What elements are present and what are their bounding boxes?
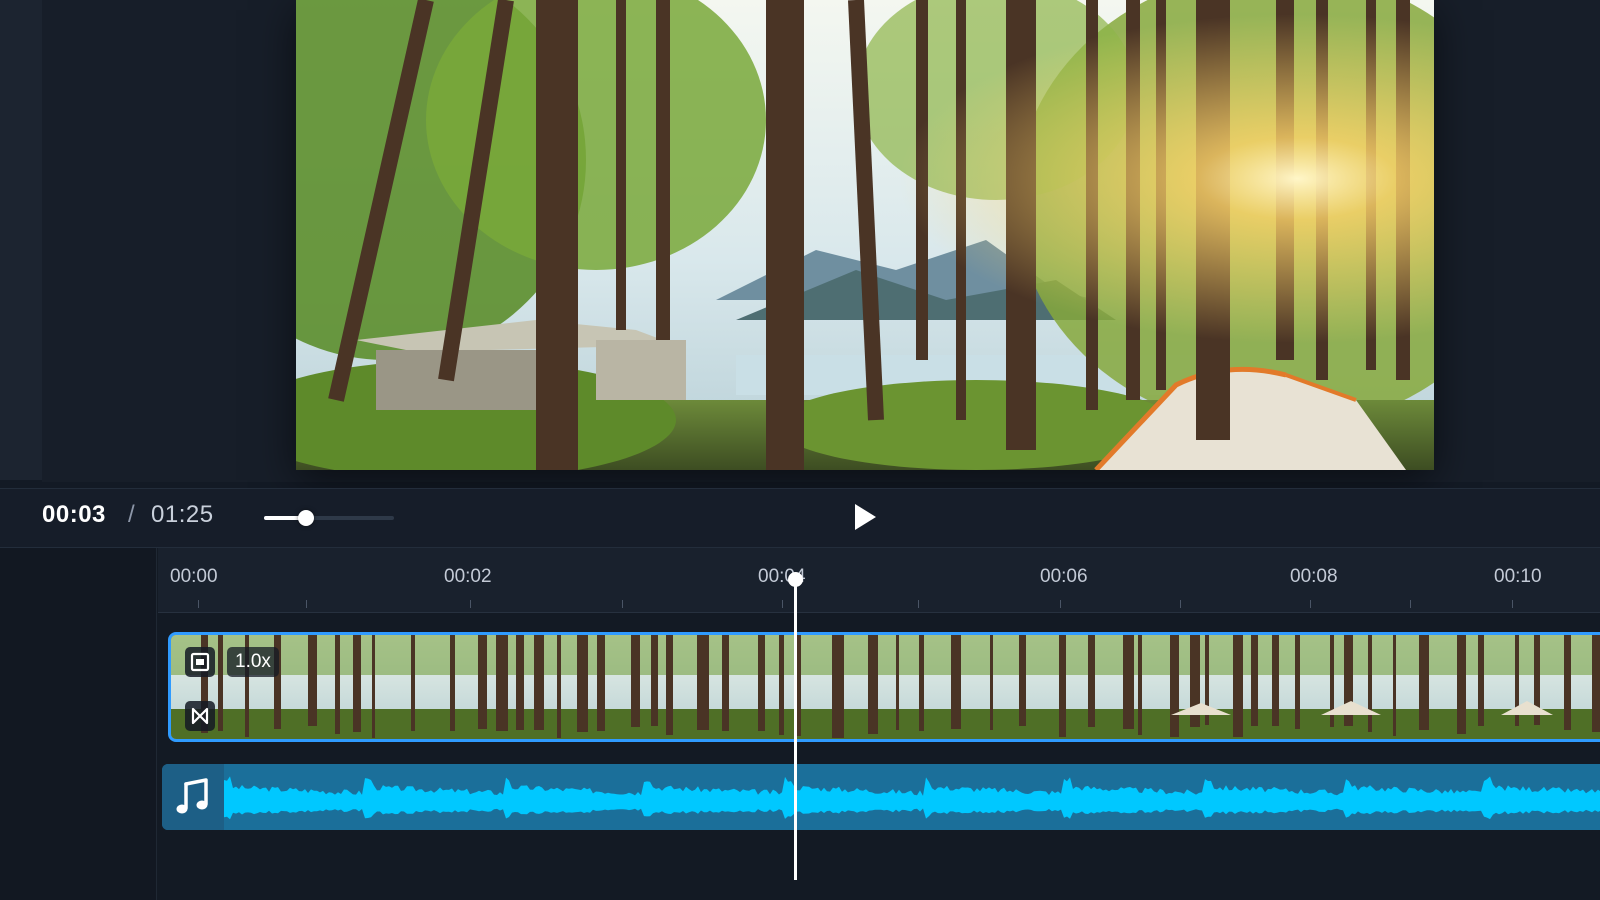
playhead-handle[interactable] — [788, 572, 803, 587]
track-area: 1.0x — [158, 612, 1600, 900]
play-icon — [855, 504, 876, 530]
ruler-tick — [1512, 600, 1513, 608]
video-preview[interactable] — [296, 0, 1434, 470]
ruler-tick — [470, 600, 471, 608]
ruler-label: 00:10 — [1494, 566, 1542, 587]
video-editor-app: 00:03 / 01:25 00:00 00:02 00:04 00:06 00… — [0, 0, 1600, 900]
left-panel — [0, 0, 43, 480]
ruler-tick — [1410, 600, 1411, 608]
ruler-label: 00:00 — [170, 566, 218, 587]
play-button[interactable] — [846, 499, 882, 535]
audio-waveform — [224, 776, 1600, 820]
transition-icon — [191, 707, 209, 725]
ruler-tick — [306, 600, 307, 608]
total-duration: 01:25 — [151, 501, 214, 528]
time-separator: / — [128, 501, 135, 528]
current-time: 00:03 — [42, 501, 106, 528]
ruler-tick — [1180, 600, 1181, 608]
preview-image — [296, 0, 1434, 470]
ruler-tick — [1310, 600, 1311, 608]
ruler-label: 00:08 — [1290, 566, 1338, 587]
ruler-tick — [198, 600, 199, 608]
ruler-tick — [1060, 600, 1061, 608]
playhead[interactable] — [788, 572, 803, 880]
time-ruler[interactable]: 00:00 00:02 00:04 00:06 00:08 00:10 — [158, 548, 1600, 613]
zoom-slider-thumb[interactable] — [298, 510, 314, 526]
ruler-label: 00:02 — [444, 566, 492, 587]
ruler-label: 00:06 — [1040, 566, 1088, 587]
crop-button[interactable] — [185, 647, 215, 677]
ruler-tick — [782, 600, 783, 608]
music-note-icon — [176, 778, 208, 814]
ruler-tick — [918, 600, 919, 608]
transition-button[interactable] — [185, 701, 215, 731]
timeline: 00:00 00:02 00:04 00:06 00:08 00:10 1.0x — [0, 548, 1600, 900]
crop-icon — [190, 652, 210, 672]
audio-track-header — [162, 764, 224, 830]
clip-speed-label[interactable]: 1.0x — [227, 647, 279, 677]
clip-filmstrip — [171, 635, 1600, 739]
video-clip[interactable]: 1.0x — [168, 632, 1600, 742]
zoom-slider[interactable] — [264, 510, 394, 526]
timeline-sidebar — [0, 548, 157, 900]
ruler-tick — [622, 600, 623, 608]
playback-controls: 00:03 / 01:25 — [0, 488, 1600, 548]
audio-clip[interactable] — [162, 764, 1600, 830]
